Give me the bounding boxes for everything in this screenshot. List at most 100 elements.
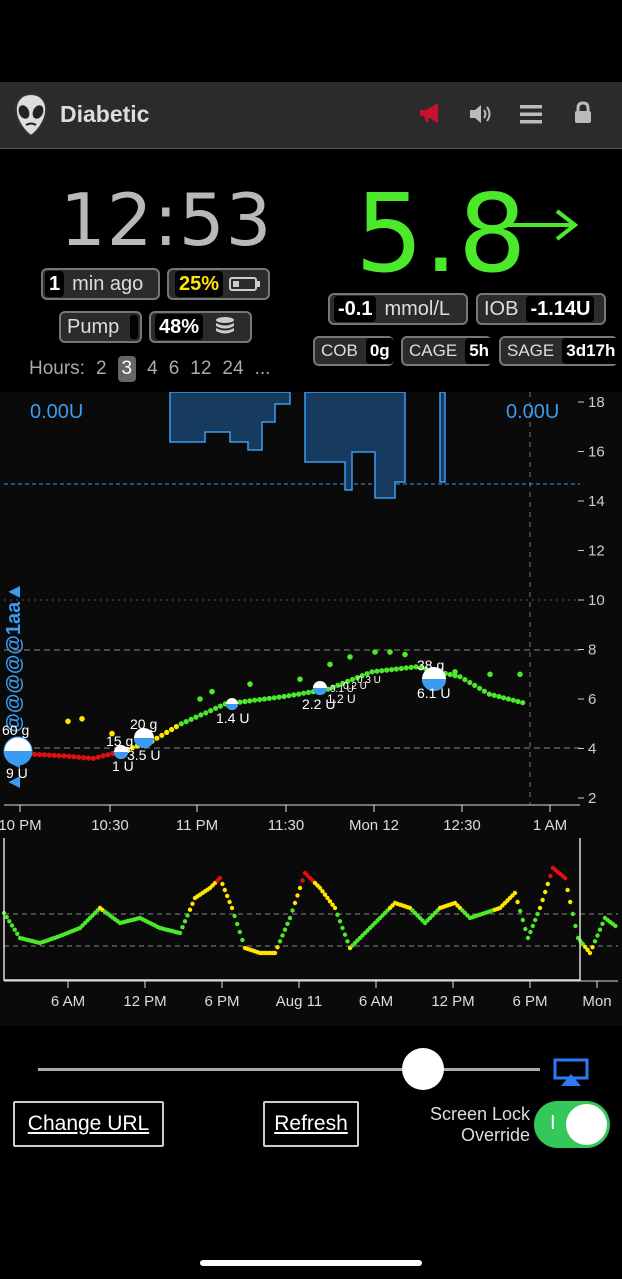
prediction-point [487, 671, 493, 678]
airplay-icon[interactable] [553, 1058, 589, 1088]
history-point [533, 917, 538, 923]
hours-option-4[interactable]: 4 [147, 358, 158, 380]
reservoir-value: 48% [155, 314, 204, 340]
history-point [530, 923, 535, 929]
pump-label: Pump [67, 315, 120, 338]
glucose-point [46, 752, 52, 758]
treatment-label: 0.3 U [357, 675, 381, 686]
history-tick-label: 6 AM [359, 993, 393, 1010]
hours-option-24[interactable]: 24 [222, 358, 243, 380]
glucose-point [496, 693, 502, 700]
history-point [280, 933, 285, 938]
glucose-point [296, 691, 302, 697]
history-point [613, 923, 618, 929]
history-point [525, 935, 531, 941]
iob-label: IOB [484, 297, 519, 320]
glucose-point [271, 695, 277, 701]
glucose-point [41, 752, 48, 758]
toggle-knob [566, 1104, 607, 1145]
glucose-point [408, 664, 414, 670]
glucose-point [242, 698, 248, 705]
sage-label: SAGE [507, 341, 555, 360]
history-tick-label: 12 PM [123, 993, 166, 1010]
glucose-point [169, 726, 175, 733]
trend-arrow-icon [505, 209, 579, 241]
menu-icon[interactable] [519, 104, 543, 124]
screen-lock-toggle[interactable]: I [534, 1101, 610, 1148]
delta-pill: -0.1 mmol/L [328, 293, 468, 325]
history-point [4, 915, 9, 920]
history-point [272, 950, 278, 956]
glucose-point [257, 697, 263, 703]
history-point [528, 929, 533, 935]
toggle-on-mark: I [550, 1112, 556, 1134]
prediction-point [197, 696, 203, 702]
treatment-label: 6.1 U [417, 685, 450, 701]
glucose-point [237, 699, 243, 705]
glucose-point [472, 682, 478, 688]
glucose-point [491, 692, 497, 698]
glucose-point [217, 703, 223, 709]
history-point [562, 875, 568, 881]
glucose-chart[interactable]: 0.00U 0.00U 18161412108642 ▲▲▲@@@@@1aa▲ … [0, 392, 622, 838]
history-point [185, 913, 190, 918]
glucose-point [154, 735, 160, 741]
glucose-point [76, 754, 82, 760]
history-point [297, 885, 303, 891]
volume-icon[interactable] [468, 103, 496, 125]
delta-value: -0.1 [334, 296, 377, 322]
cob-pill: COB 0g [313, 336, 394, 366]
glucose-point [457, 674, 463, 680]
minutes-ago-label: min ago [72, 272, 144, 295]
history-point [337, 919, 343, 924]
history-point [342, 932, 348, 937]
history-chart[interactable]: 6 AM 12 PM 6 PM Aug 11 6 AM 12 PM 6 PM Mon [0, 838, 622, 1026]
glucose-point [105, 752, 111, 758]
glucose-point [515, 698, 521, 705]
hours-option-12[interactable]: 12 [190, 358, 211, 380]
playback-slider-thumb[interactable] [402, 1048, 444, 1090]
glucose-point [173, 724, 179, 730]
change-url-button[interactable]: Change URL [13, 1101, 164, 1147]
refresh-button[interactable]: Refresh [263, 1101, 359, 1147]
history-point [300, 878, 305, 883]
database-icon [216, 317, 235, 334]
hours-option-more[interactable]: ... [255, 358, 271, 380]
history-point [12, 927, 17, 932]
x-tick-label: 11 PM [176, 817, 218, 834]
last-update-pill: 1 min ago [41, 268, 160, 300]
glucose-point [85, 755, 91, 761]
glucose-point [291, 692, 297, 698]
battery-icon [229, 277, 261, 291]
alien-logo-icon [14, 92, 48, 138]
prediction-point [209, 688, 215, 695]
glucose-point [193, 714, 199, 720]
lock-icon[interactable] [573, 101, 593, 125]
hours-option-2[interactable]: 2 [96, 358, 107, 380]
history-point [182, 919, 188, 924]
hours-option-6[interactable]: 6 [169, 358, 180, 380]
glucose-point [403, 665, 409, 671]
history-point [568, 899, 573, 905]
y-tick-label: 2 [588, 790, 596, 807]
history-point [222, 887, 227, 893]
glucose-point [505, 696, 511, 702]
playback-slider-track[interactable] [38, 1068, 540, 1071]
hours-option-3[interactable]: 3 [117, 356, 137, 382]
glucose-point [61, 753, 67, 759]
glucose-point [520, 700, 526, 706]
x-tick-label: Mon 12 [349, 817, 399, 834]
history-point [187, 907, 193, 912]
history-point [565, 887, 570, 893]
history-point [290, 908, 295, 913]
history-point [177, 930, 183, 936]
history-point [9, 923, 15, 928]
announcement-megaphone-icon[interactable] [416, 101, 444, 125]
glucose-point [56, 753, 62, 759]
glucose-point [447, 671, 453, 678]
glucose-point [276, 694, 282, 700]
history-point [275, 945, 280, 950]
glucose-point [32, 751, 38, 757]
glucose-point [467, 679, 473, 686]
glucose-point [37, 752, 43, 758]
